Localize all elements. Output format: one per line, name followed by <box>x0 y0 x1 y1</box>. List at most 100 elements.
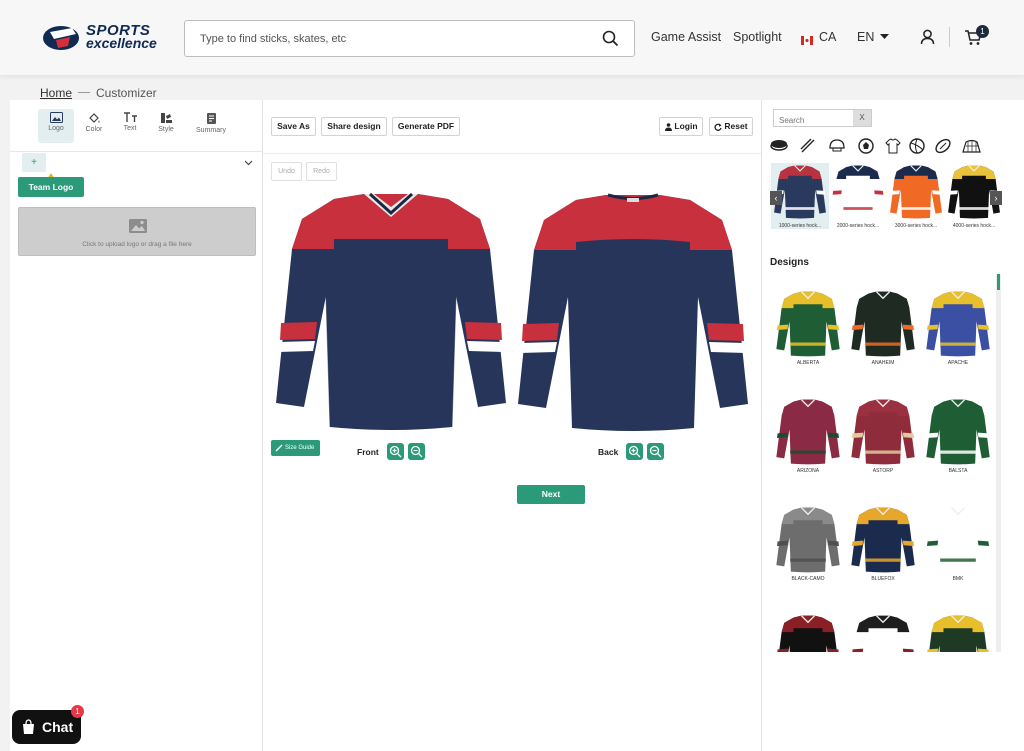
reset-button[interactable]: Reset <box>709 117 753 136</box>
carousel-prev-button[interactable]: ‹ <box>770 191 782 205</box>
breadcrumb-separator <box>78 92 90 93</box>
designs-grid: ALBERTA ANAHEIM APACHE ARIZONA ASTORP BA… <box>762 280 1002 652</box>
design-label: APACHE <box>947 360 969 366</box>
design-jersey-image <box>851 507 915 573</box>
tshirt-icon[interactable] <box>884 137 905 160</box>
volleyball-icon[interactable] <box>908 137 929 160</box>
tab-text[interactable]: Text <box>112 109 148 143</box>
hockey-puck-icon[interactable] <box>770 137 791 160</box>
tab-logo-label: Logo <box>48 125 64 132</box>
product-card[interactable]: 2000-series hock... <box>829 163 887 229</box>
tab-color[interactable]: Color <box>76 109 112 143</box>
design-label: ASTORP <box>872 468 894 474</box>
nav-spotlight[interactable]: Spotlight <box>733 30 782 44</box>
design-card[interactable] <box>850 614 916 652</box>
product-jersey-image <box>832 165 884 219</box>
language-selector[interactable]: EN <box>857 30 874 44</box>
shopping-bag-icon <box>23 719 34 734</box>
jersey-back-preview[interactable] <box>516 192 750 434</box>
canada-flag-icon[interactable] <box>801 32 813 45</box>
designs-scrollbar[interactable] <box>996 274 1001 652</box>
hockey-sticks-icon[interactable] <box>799 137 820 160</box>
account-icon[interactable] <box>920 29 935 45</box>
design-jersey-image <box>777 615 839 652</box>
design-jersey-image <box>926 507 990 573</box>
design-label: ALBERTA <box>796 360 820 366</box>
design-card[interactable] <box>925 614 991 652</box>
design-card[interactable]: ALBERTA <box>775 290 841 366</box>
customizer-tools-panel: Logo Color Text Style Summary + Team Log… <box>10 100 262 751</box>
site-search-input[interactable] <box>185 21 585 56</box>
jersey-front-preview[interactable] <box>274 191 508 433</box>
brand-logo[interactable]: SPORTS excellence <box>42 22 157 54</box>
breadcrumb-home[interactable]: Home <box>40 86 72 100</box>
document-icon <box>206 113 216 124</box>
refresh-icon <box>714 123 722 131</box>
back-zoom-in-button[interactable] <box>626 443 643 460</box>
design-card[interactable]: BLUEFOX <box>850 506 916 582</box>
design-label: ANAHEIM <box>871 360 895 366</box>
brand-mark-icon <box>43 26 79 50</box>
share-design-button[interactable]: Share design <box>321 117 387 136</box>
size-guide-label: Size Guide <box>285 445 315 451</box>
team-logo-button[interactable]: Team Logo <box>18 177 84 197</box>
design-card[interactable]: BLACK-CAMO <box>775 506 841 582</box>
soccer-ball-icon[interactable] <box>857 137 878 160</box>
front-zoom-in-button[interactable] <box>387 443 404 460</box>
country-selector[interactable]: CA <box>819 30 836 44</box>
chevron-down-icon[interactable] <box>244 160 253 166</box>
tab-logo[interactable]: Logo <box>38 109 74 143</box>
design-card[interactable]: BALSTA <box>925 398 991 474</box>
image-icon <box>49 112 63 123</box>
designs-heading: Designs <box>770 257 809 268</box>
zoom-in-icon <box>389 445 402 458</box>
design-card[interactable]: ASTORP <box>850 398 916 474</box>
search-icon[interactable] <box>602 30 619 47</box>
design-jersey-image <box>852 615 914 652</box>
design-card[interactable] <box>775 614 841 652</box>
front-zoom-out-button[interactable] <box>408 443 425 460</box>
design-card[interactable]: BMK <box>925 506 991 582</box>
site-search <box>184 20 635 57</box>
design-card[interactable]: ANAHEIM <box>850 290 916 366</box>
helmet-icon[interactable] <box>828 137 849 160</box>
style-swatch-icon <box>160 113 172 123</box>
hockey-net-icon[interactable] <box>961 137 982 160</box>
user-icon <box>665 123 672 131</box>
design-jersey-image <box>776 399 840 465</box>
caret-down-icon[interactable] <box>880 34 889 40</box>
product-jersey-image <box>890 165 942 219</box>
product-label: 4000-series hock... <box>952 223 996 229</box>
zoom-out-icon <box>649 445 662 458</box>
site-header: SPORTS excellence Game Assist Spotlight … <box>0 0 1024 76</box>
login-button[interactable]: Login <box>659 117 703 136</box>
design-card[interactable]: ARIZONA <box>775 398 841 474</box>
add-logo-button[interactable]: + <box>22 153 46 172</box>
redo-button[interactable]: Redo <box>306 162 337 181</box>
product-label: 3000-series hock... <box>894 223 938 229</box>
tab-style[interactable]: Style <box>148 109 184 143</box>
tab-summary[interactable]: Summary <box>192 109 230 143</box>
football-icon[interactable] <box>934 137 955 160</box>
zoom-out-icon <box>410 445 423 458</box>
back-zoom-out-button[interactable] <box>647 443 664 460</box>
logo-upload-dropzone[interactable]: Click to upload logo or drag a file here <box>18 207 256 256</box>
undo-button[interactable]: Undo <box>271 162 302 181</box>
catalog-search-input[interactable] <box>774 112 854 129</box>
generate-pdf-button[interactable]: Generate PDF <box>392 117 460 136</box>
carousel-next-button[interactable]: › <box>990 191 1002 205</box>
toolbar-divider <box>263 153 761 154</box>
chat-launcher-button[interactable]: Chat 1 <box>12 705 84 744</box>
size-guide-button[interactable]: Size Guide <box>271 440 320 456</box>
scrollbar-thumb[interactable] <box>997 274 1000 290</box>
design-jersey-image <box>927 615 989 652</box>
save-as-button[interactable]: Save As <box>271 117 316 136</box>
design-card[interactable]: APACHE <box>925 290 991 366</box>
product-card[interactable]: 3000-series hock... <box>887 163 945 229</box>
tabs-divider <box>10 151 262 152</box>
next-button[interactable]: Next <box>517 485 585 504</box>
clear-search-button[interactable]: X <box>853 110 871 126</box>
product-label: 2000-series hock... <box>836 223 880 229</box>
nav-game-assist[interactable]: Game Assist <box>651 30 721 44</box>
design-jersey-image <box>851 399 915 465</box>
